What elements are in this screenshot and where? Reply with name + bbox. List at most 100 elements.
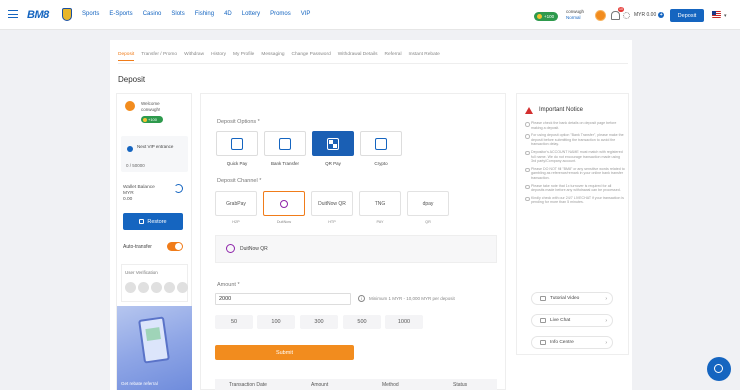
phone-verify-icon[interactable] [125,282,136,293]
selected-channel-box[interactable]: DuitNow QR [215,235,497,263]
nav-sports[interactable]: Sports [82,11,99,17]
column-header: Amount [311,382,329,388]
channel-duitnow-qr[interactable]: DuitNow QR [311,191,353,216]
bell-icon[interactable] [611,11,620,20]
email-verify-icon[interactable] [138,282,149,293]
channel-tng[interactable]: TNG [359,191,401,216]
column-header: Method [382,382,399,388]
vip-progress: 0 / 50000 [126,163,145,168]
flag-icon[interactable] [712,11,721,18]
nav-slots[interactable]: Slots [171,11,184,17]
amount-chip[interactable]: 50 [215,315,253,329]
amount-chip[interactable]: 1000 [385,315,423,329]
tab-referral[interactable]: Referral [384,52,401,61]
tab-history[interactable]: History [211,52,226,61]
tab-transfer[interactable]: Transfer / Promo [141,52,177,61]
nav-lottery[interactable]: Lottery [242,11,260,17]
nav-4d[interactable]: 4D [224,11,232,17]
tab-instant-rebate[interactable]: Instant Rebate [409,52,440,61]
tab-withdraw[interactable]: Withdraw [184,52,204,61]
chevron-right-icon: › [605,339,607,346]
wallet-balance-block: Wallet Balance MYR 0.00 [123,185,155,203]
vip-progress-box: Next VIP entrance 0 / 50000 [121,136,188,172]
crest-logo-icon [62,8,72,21]
channel-name: dpay [422,200,434,207]
amount-chip[interactable]: 500 [343,315,381,329]
channel-name: GrabPay [226,200,246,207]
info-centre-icon [540,340,546,345]
nav-esports[interactable]: E-Sports [109,11,132,17]
option-quick-pay[interactable] [216,131,258,156]
notice-item: For using deposit option "Bank Transfer"… [525,133,625,147]
bonus-badge-value: +100 [148,117,158,122]
tab-withdrawal-details[interactable]: Withdrawal Details [338,52,378,61]
add-funds-icon[interactable]: + [658,12,665,18]
live-chat-fab-icon[interactable] [707,357,731,381]
tab-change-password[interactable]: Change Password [292,52,331,61]
welcome-username: conwugh! [141,107,161,112]
bonus-badge: +100 [141,116,163,123]
avatar[interactable] [595,10,606,21]
bank-verify-icon[interactable] [164,282,175,293]
option-bank-transfer[interactable] [264,131,306,156]
user-info[interactable]: conwugh Normal [566,9,584,21]
id-verify-icon[interactable] [151,282,162,293]
nav-promos[interactable]: Promos [270,11,291,17]
coin-icon [537,14,542,19]
banner-text: Get rebate referral [121,381,158,386]
important-notice-panel: Important Notice Please check the bank d… [516,93,629,355]
phone-illustration [138,316,170,364]
deposit-button[interactable]: Deposit [670,9,704,22]
tutorial-video-button[interactable]: Tutorial Video › [531,292,613,305]
option-qr-pay[interactable] [312,131,354,156]
duitnow-icon [226,244,235,253]
channel-dpay[interactable]: dpay [407,191,449,216]
main-nav: Sports E-Sports Casino Slots Fishing 4D … [82,11,310,17]
notice-item: Depositor's ACCOUNT NAME must match with… [525,150,625,164]
option-label: Crypto [374,161,388,166]
option-crypto[interactable] [360,131,402,156]
chat-icon [540,318,546,323]
amount-input[interactable]: 2000 [215,293,351,305]
menu-icon[interactable] [8,10,18,18]
coin-icon [143,117,147,122]
top-header: BM8 Sports E-Sports Casino Slots Fishing… [0,0,740,30]
column-header: Status [453,382,468,388]
auto-transfer-toggle[interactable] [167,242,183,251]
verification-icons [125,282,188,293]
bonus-badge[interactable]: +100 [534,12,558,21]
selected-channel-name: DuitNow QR [240,246,268,252]
user-tier: Normal [566,15,581,20]
wallet-amount: 0.00 [123,197,133,202]
referral-banner[interactable]: Get rebate referral [117,306,192,390]
amount-chip[interactable]: 300 [300,315,338,329]
submit-button[interactable]: Submit [215,345,354,360]
address-verify-icon[interactable] [177,282,188,293]
nav-casino[interactable]: Casino [143,11,162,17]
tab-profile[interactable]: My Profile [233,52,254,61]
live-chat-button[interactable]: Live Chat › [531,314,613,327]
transactions-table-header: Transaction Date Amount Method Status [215,379,497,390]
nav-fishing[interactable]: Fishing [195,11,214,17]
channel-duitnow[interactable] [263,191,305,216]
deposit-form: Deposit Options * Quick Pay Bank Transfe… [200,93,506,390]
amount-chip[interactable]: 100 [257,315,295,329]
chevron-right-icon: › [605,317,607,324]
site-logo[interactable]: BM8 [27,9,49,21]
channel-grabpay[interactable]: GrabPay [215,191,257,216]
settings-icon[interactable] [623,12,630,19]
wallet-balance[interactable]: MYR 0.00 + [634,12,665,18]
channel-name: TNG [374,200,386,207]
restore-button[interactable]: Restore [123,213,183,230]
tab-messaging[interactable]: Messaging [261,52,284,61]
nav-vip[interactable]: VIP [301,11,311,17]
channel-caption: DuitNow [276,220,292,224]
tab-deposit[interactable]: Deposit [118,52,135,61]
refresh-icon[interactable] [174,184,183,193]
quick-pay-icon [231,137,243,150]
live-chat-label: Live Chat [550,318,571,323]
notice-item: Kindly check with our 24/7 LIVECHAT if y… [525,196,625,205]
next-vip-label: Next VIP entrance [137,144,174,149]
info-centre-button[interactable]: Info Centre › [531,336,613,349]
chevron-down-icon[interactable]: ▾ [724,13,727,19]
